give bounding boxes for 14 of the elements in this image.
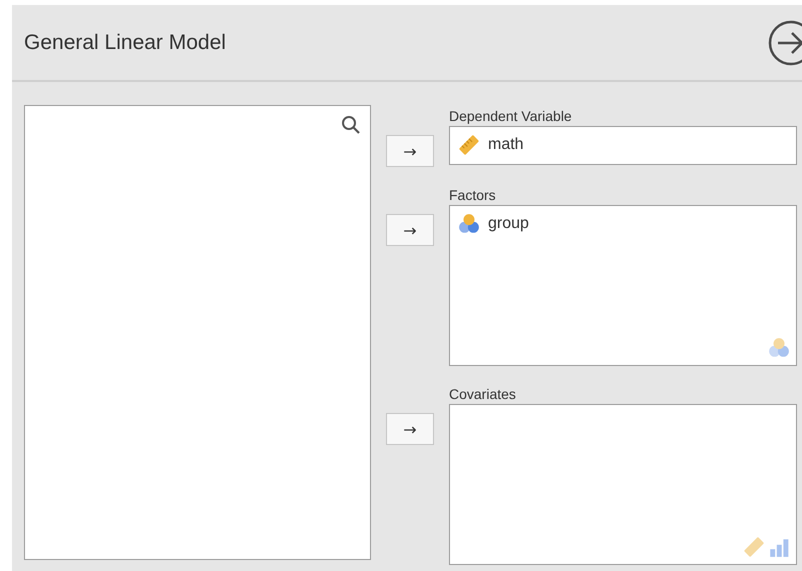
target-box[interactable]: math [449, 126, 797, 165]
search-icon[interactable] [341, 115, 361, 135]
variable-name[interactable]: math [488, 136, 524, 154]
panel-title: General Linear Model [24, 30, 226, 54]
move-arrow-button[interactable]: → [386, 214, 434, 246]
target-label: Covariates [449, 385, 517, 404]
move-arrow-button[interactable]: → [386, 135, 434, 167]
target-label: Dependent Variable [449, 107, 573, 126]
target-box[interactable]: group [449, 205, 797, 366]
circles-icon [768, 337, 790, 359]
variable-name[interactable]: group [488, 215, 529, 233]
circles-icon [458, 213, 480, 235]
target-label: Factors [449, 186, 497, 205]
move-arrow-button[interactable]: → [386, 413, 434, 445]
